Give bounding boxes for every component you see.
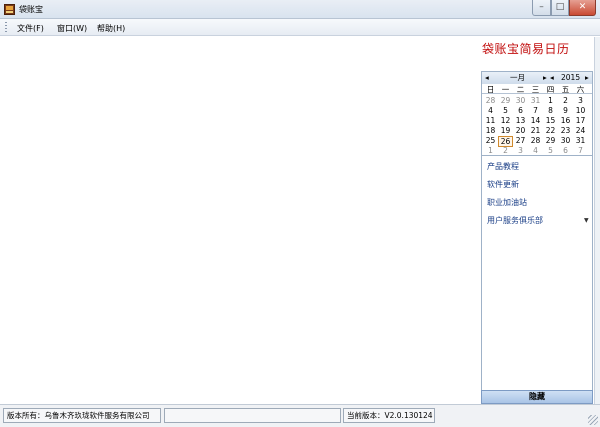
next-year-icon[interactable]: ▸ bbox=[585, 72, 589, 84]
app-icon[interactable] bbox=[4, 4, 15, 15]
calendar-day[interactable]: 29 bbox=[543, 136, 558, 145]
calendar-day[interactable]: 11 bbox=[483, 116, 498, 125]
calendar-day[interactable]: 25 bbox=[483, 136, 498, 145]
calendar-month[interactable]: 一月 bbox=[510, 72, 525, 84]
calendar-day[interactable]: 27 bbox=[513, 136, 528, 145]
calendar-day[interactable]: 9 bbox=[558, 106, 573, 115]
link-user-club[interactable]: 用户服务俱乐部 bbox=[487, 215, 543, 226]
weekday-label: 五 bbox=[561, 85, 570, 94]
weekday-label: 三 bbox=[531, 85, 540, 94]
prev-month-icon[interactable]: ◂ bbox=[485, 72, 489, 84]
calendar-day[interactable]: 7 bbox=[528, 106, 543, 115]
calendar-day[interactable]: 12 bbox=[498, 116, 513, 125]
sidebar-panel: ◂ 一月 ▸ ◂ 2015 ▸ 日 一 二 三 四 五 六 28 29 30 31 1 2… bbox=[481, 71, 593, 401]
toolbar-grip-icon[interactable] bbox=[5, 22, 7, 33]
calendar-day[interactable]: 10 bbox=[573, 106, 588, 115]
resize-grip-icon[interactable] bbox=[588, 415, 598, 425]
calendar-day[interactable]: 18 bbox=[483, 126, 498, 135]
calendar-day[interactable]: 3 bbox=[513, 146, 528, 155]
calendar-day[interactable]: 5 bbox=[543, 146, 558, 155]
calendar-header: ◂ 一月 ▸ ◂ 2015 ▸ bbox=[482, 72, 592, 84]
weekday-label: 日 bbox=[486, 85, 495, 94]
calendar-day[interactable]: 16 bbox=[558, 116, 573, 125]
status-copyright: 版本所有：乌鲁木齐玖珑软件服务有限公司 bbox=[3, 408, 161, 423]
status-version: 当前版本：V2.0.130124 bbox=[343, 408, 435, 423]
calendar-day[interactable]: 20 bbox=[513, 126, 528, 135]
window-right-edge bbox=[594, 37, 600, 404]
sidebar: 袋账宝简易日历 袋账宝简易日历 ◂ 一月 ▸ ◂ 2015 ▸ 日 一 二 三 … bbox=[480, 37, 594, 404]
status-middle bbox=[164, 408, 341, 423]
calendar-day[interactable]: 29 bbox=[498, 96, 513, 105]
menu-window[interactable]: 窗口(W) bbox=[57, 23, 87, 34]
calendar-day[interactable]: 7 bbox=[573, 146, 588, 155]
window-title: 袋账宝 bbox=[19, 5, 43, 14]
calendar-day[interactable]: 15 bbox=[543, 116, 558, 125]
link-career-station[interactable]: 职业加油站 bbox=[487, 197, 527, 208]
calendar-day[interactable]: 8 bbox=[543, 106, 558, 115]
calendar-day[interactable]: 1 bbox=[483, 146, 498, 155]
calendar-day[interactable]: 4 bbox=[528, 146, 543, 155]
title-bar: 袋账宝 – □ ✕ bbox=[0, 0, 600, 19]
calendar-day[interactable]: 30 bbox=[513, 96, 528, 105]
close-button[interactable]: ✕ bbox=[569, 0, 596, 16]
calendar-day[interactable]: 5 bbox=[498, 106, 513, 115]
calendar-day[interactable]: 2 bbox=[498, 146, 513, 155]
calendar-day[interactable]: 28 bbox=[483, 96, 498, 105]
calendar-day[interactable]: 13 bbox=[513, 116, 528, 125]
calendar-day[interactable]: 3 bbox=[573, 96, 588, 105]
calendar-day[interactable]: 4 bbox=[483, 106, 498, 115]
dropdown-arrow-icon[interactable]: ▼ bbox=[584, 217, 589, 224]
calendar-day[interactable]: 19 bbox=[498, 126, 513, 135]
calendar-day[interactable]: 28 bbox=[528, 136, 543, 145]
calendar-divider bbox=[482, 155, 592, 156]
weekday-label: 二 bbox=[516, 85, 525, 94]
prev-year-icon[interactable]: ◂ bbox=[550, 72, 554, 84]
weekday-label: 六 bbox=[576, 85, 585, 94]
calendar-day[interactable]: 23 bbox=[558, 126, 573, 135]
calendar-day[interactable]: 22 bbox=[543, 126, 558, 135]
link-software-update[interactable]: 软件更新 bbox=[487, 179, 519, 190]
maximize-button[interactable]: □ bbox=[551, 0, 569, 16]
calendar-day[interactable]: 14 bbox=[528, 116, 543, 125]
calendar-day[interactable]: 6 bbox=[558, 146, 573, 155]
weekday-label: 一 bbox=[501, 85, 510, 94]
calendar-day[interactable]: 17 bbox=[573, 116, 588, 125]
status-bar: 版本所有：乌鲁木齐玖珑软件服务有限公司 当前版本：V2.0.130124 bbox=[0, 404, 600, 427]
calendar-day[interactable]: 6 bbox=[513, 106, 528, 115]
calendar-day[interactable]: 30 bbox=[558, 136, 573, 145]
menu-help[interactable]: 帮助(H) bbox=[97, 23, 125, 34]
weekday-label: 四 bbox=[546, 85, 555, 94]
calendar-day[interactable]: 31 bbox=[573, 136, 588, 145]
hide-button[interactable]: 隐藏 bbox=[481, 390, 593, 404]
calendar-weekday-row: 日 一 二 三 四 五 六 bbox=[482, 84, 592, 94]
calendar-year[interactable]: 2015 bbox=[561, 72, 580, 84]
calendar-day[interactable]: 21 bbox=[528, 126, 543, 135]
calendar-day[interactable]: 2 bbox=[558, 96, 573, 105]
calendar-day[interactable]: 1 bbox=[543, 96, 558, 105]
minimize-button[interactable]: – bbox=[532, 0, 551, 16]
calendar-day[interactable]: 31 bbox=[528, 96, 543, 105]
link-product-tutorial[interactable]: 产品教程 bbox=[487, 161, 519, 172]
main-workspace[interactable] bbox=[0, 37, 480, 404]
menu-file[interactable]: 文件(F) bbox=[17, 23, 44, 34]
next-month-icon[interactable]: ▸ bbox=[543, 72, 547, 84]
menu-bar: 文件(F) 窗口(W) 帮助(H) bbox=[0, 19, 600, 36]
calendar-title-reflection: 袋账宝简易日历 bbox=[482, 47, 570, 54]
calendar-day[interactable]: 24 bbox=[573, 126, 588, 135]
